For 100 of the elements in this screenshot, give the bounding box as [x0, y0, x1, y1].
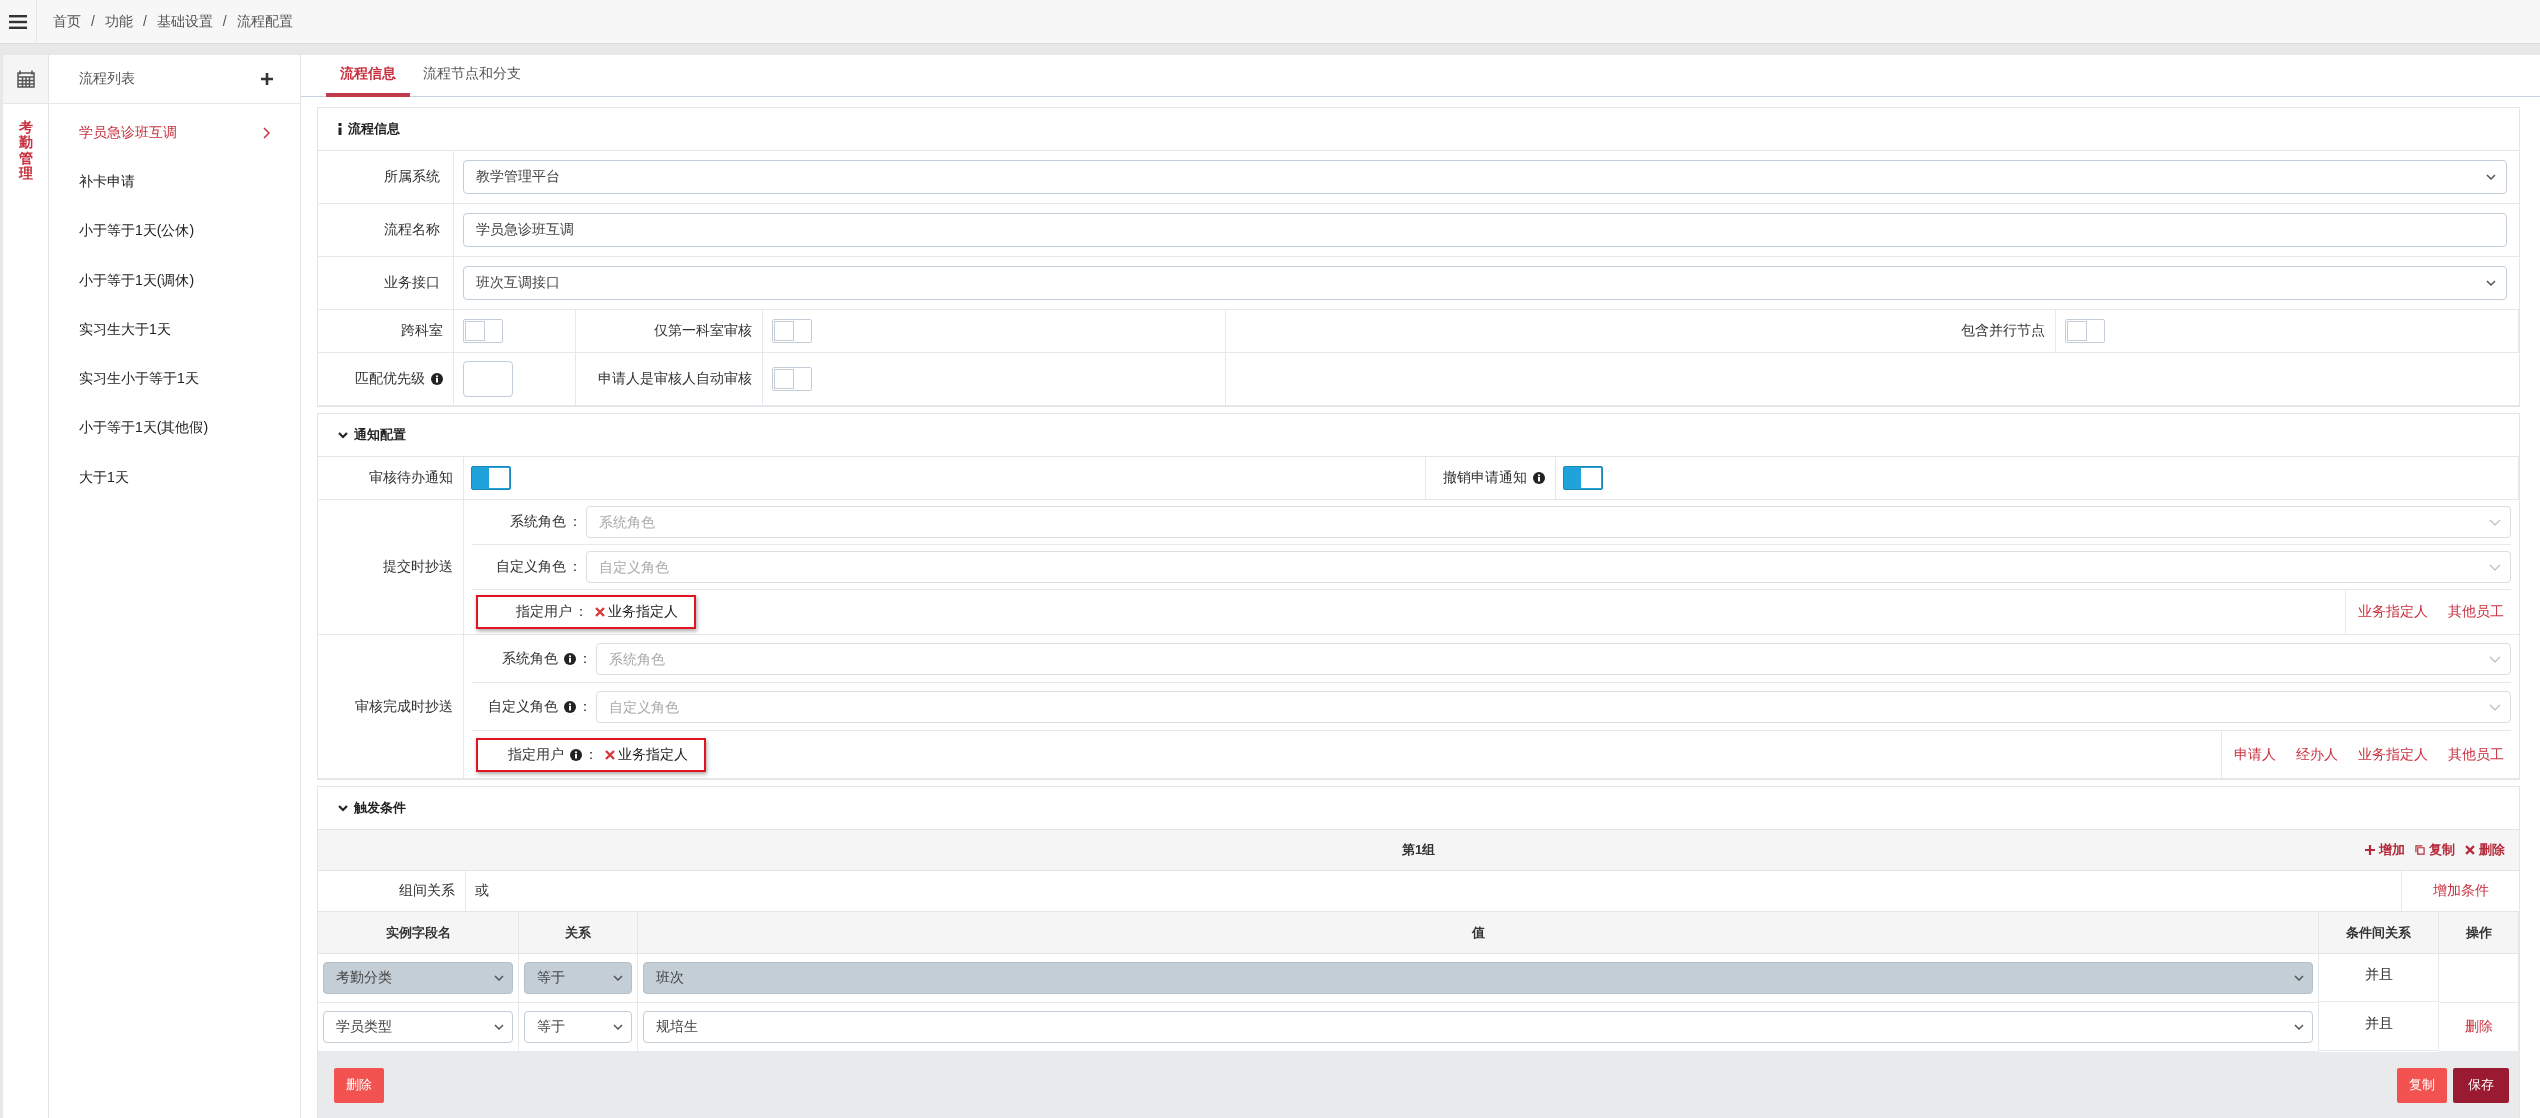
link[interactable]: 申请人	[2234, 745, 2276, 764]
column-header: 实例字段名	[318, 912, 519, 954]
process-list-item[interactable]: 实习生大于1天	[49, 305, 300, 355]
select-field[interactable]: 等于	[524, 1011, 632, 1043]
info-icon[interactable]	[564, 700, 576, 713]
breadcrumb-link[interactable]: 基础设置	[156, 12, 213, 31]
select-field[interactable]: 自定义角色	[586, 551, 2511, 583]
process-list-item[interactable]: 实习生小于等于1天	[49, 354, 300, 404]
link[interactable]: 业务指定人	[2358, 745, 2428, 764]
field-label: 流程名称	[318, 204, 454, 256]
text-field[interactable]: 学员急诊班互调	[463, 213, 2507, 247]
toggle-switch[interactable]	[471, 466, 511, 490]
select-field[interactable]: 系统角色	[586, 506, 2511, 538]
section-title: 流程信息	[348, 120, 400, 138]
process-list-item[interactable]: 小于等于1天(调休)	[49, 255, 300, 306]
field-label: 系统角色	[502, 649, 558, 668]
select-field[interactable]: 学员类型	[323, 1011, 513, 1043]
delete-link[interactable]: 删除	[2464, 1018, 2493, 1036]
add-button[interactable]	[260, 72, 274, 86]
colon: ：	[568, 558, 582, 576]
breadcrumb-link[interactable]: 首页	[53, 12, 81, 31]
section-title: 通知配置	[354, 426, 406, 444]
plus-icon	[261, 73, 273, 85]
remove-icon[interactable]	[605, 749, 615, 760]
breadcrumb-separator: /	[222, 12, 227, 31]
link[interactable]: 其他员工	[2448, 603, 2504, 621]
chevron-down-icon[interactable]	[338, 804, 348, 812]
field-label: 撤销申请通知	[1443, 469, 1527, 487]
process-list-item[interactable]: 补卡申请	[49, 157, 300, 207]
link[interactable]: 其他员工	[2448, 745, 2504, 764]
chevron-down-icon[interactable]	[338, 431, 348, 439]
table-cell: 并且	[2364, 966, 2393, 984]
tab[interactable]: 流程节点和分支	[410, 55, 534, 97]
field-label: 所属系统	[318, 151, 454, 203]
button[interactable]: 删除	[334, 1067, 384, 1103]
toggle-switch[interactable]	[463, 319, 503, 343]
select-field[interactable]: 班次互调接口	[463, 266, 2507, 300]
chevron-down-icon	[2486, 174, 2496, 180]
close-icon	[2465, 845, 2475, 855]
info-icon[interactable]	[570, 748, 582, 761]
section-title: 触发条件	[354, 799, 406, 817]
module-tab[interactable]	[3, 55, 48, 104]
action-link[interactable]: 删除	[2465, 841, 2505, 859]
process-list-item[interactable]: 学员急诊班互调	[49, 108, 300, 158]
column-header: 值	[638, 912, 2319, 954]
info-icon[interactable]	[564, 652, 576, 665]
remove-icon[interactable]	[595, 607, 605, 617]
select-field[interactable]: 规培生	[643, 1011, 2313, 1043]
toggle-switch[interactable]	[772, 367, 812, 391]
select-field[interactable]: 教学管理平台	[463, 160, 2507, 194]
number-field[interactable]	[463, 361, 513, 397]
colon: ：	[578, 649, 592, 668]
link[interactable]: 业务指定人	[2358, 603, 2428, 621]
button[interactable]: 保存	[2453, 1067, 2509, 1103]
toggle-switch[interactable]	[1563, 466, 1603, 490]
select-field[interactable]: 系统角色	[596, 642, 2511, 675]
module-label[interactable]: 考勤管理	[18, 120, 33, 182]
link[interactable]: 增加条件	[2432, 882, 2489, 900]
field-value: 或	[474, 881, 490, 900]
chevron-down-icon	[613, 1024, 623, 1030]
action-link[interactable]: 复制	[2415, 841, 2455, 859]
process-list-item[interactable]: 大于1天	[49, 453, 300, 503]
field-label: 包含并行节点	[1961, 322, 2045, 340]
chevron-down-icon	[2294, 1024, 2304, 1030]
table-cell: 并且	[2364, 1015, 2393, 1033]
button[interactable]: 复制	[2397, 1067, 2447, 1103]
chevron-down-icon	[494, 1024, 504, 1030]
field-label: 审核待办通知	[369, 469, 453, 487]
field-label: 提交时抄送	[383, 558, 453, 576]
link[interactable]: 经办人	[2296, 745, 2338, 764]
colon: ：	[574, 603, 588, 621]
breadcrumb-separator: /	[91, 12, 95, 31]
chevron-down-icon	[494, 975, 504, 981]
plus-icon	[2365, 845, 2375, 855]
breadcrumb-link[interactable]: 功能	[104, 12, 133, 31]
colon: ：	[578, 697, 592, 716]
field-label: 仅第一科室审核	[654, 322, 752, 340]
column-header: 操作	[2439, 912, 2519, 954]
menu-icon	[9, 14, 27, 29]
info-icon[interactable]	[1533, 472, 1545, 484]
action-link[interactable]: 增加	[2365, 841, 2405, 859]
toggle-switch[interactable]	[2065, 319, 2105, 343]
column-header: 关系	[519, 912, 638, 954]
field-label: 指定用户	[516, 603, 572, 621]
process-list-item[interactable]: 小于等于1天(公休)	[49, 206, 300, 256]
chevron-down-icon	[613, 975, 623, 981]
field-label: 系统角色	[510, 513, 566, 531]
breadcrumb-separator: /	[142, 12, 147, 31]
field-label: 自定义角色	[496, 558, 566, 576]
user-tag: 业务指定人	[618, 745, 688, 764]
toggle-switch[interactable]	[772, 319, 812, 343]
copy-icon	[2415, 845, 2425, 855]
process-list-item[interactable]: 小于等于1天(其他假)	[49, 403, 300, 454]
chevron-down-icon	[2489, 564, 2501, 571]
info-icon[interactable]	[431, 373, 443, 385]
list-title: 流程列表	[79, 70, 135, 88]
tab[interactable]: 流程信息	[326, 55, 410, 97]
chevron-down-icon	[2489, 655, 2501, 663]
select-field[interactable]: 自定义角色	[596, 690, 2511, 723]
user-tag: 业务指定人	[608, 603, 678, 621]
